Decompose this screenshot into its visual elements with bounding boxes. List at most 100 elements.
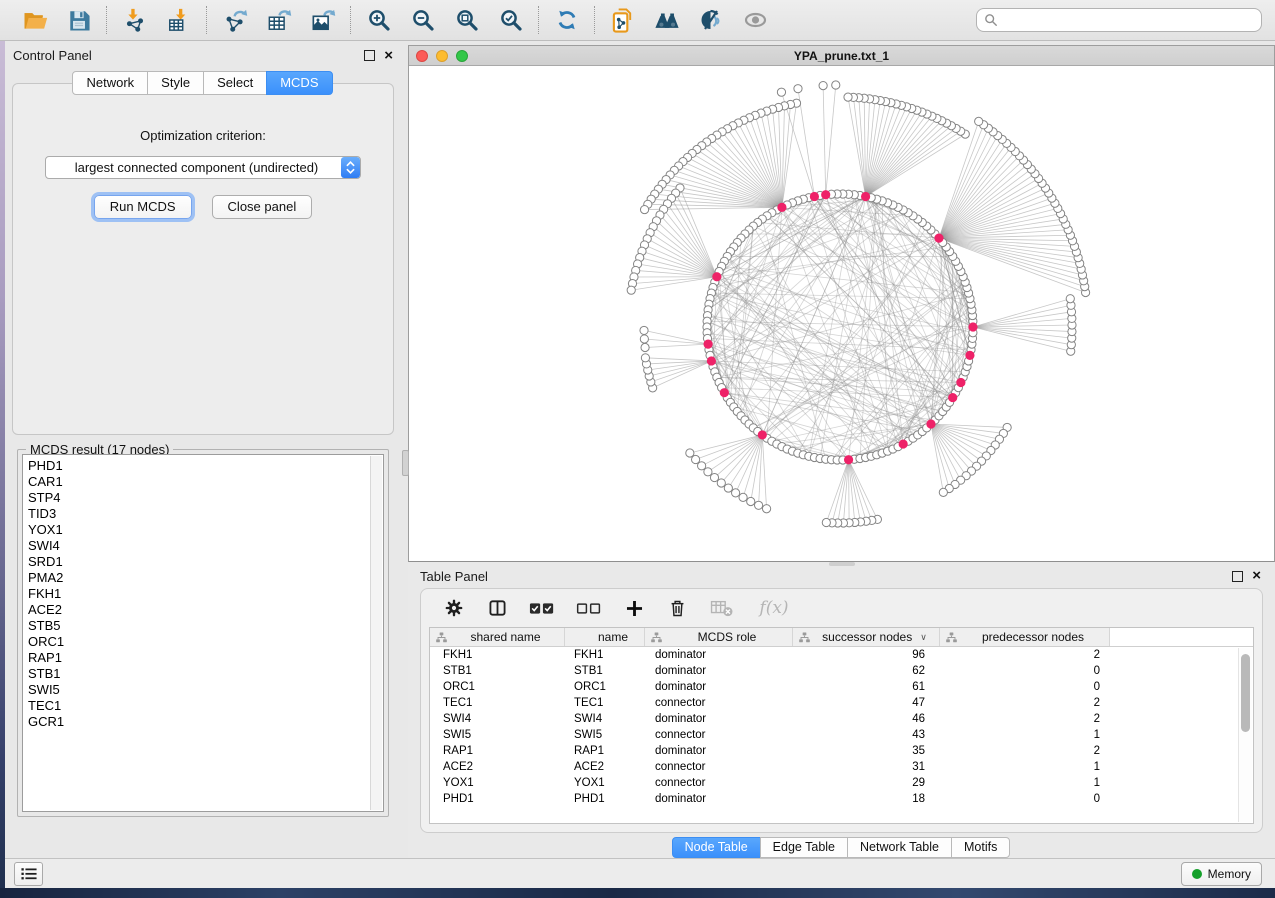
mcds-result-item[interactable]: CAR1 [28, 474, 383, 490]
tab-style[interactable]: Style [147, 71, 204, 95]
show-columns-button[interactable] [484, 595, 510, 621]
network-node[interactable] [762, 505, 770, 513]
table-row[interactable]: FKH1FKH1dominator962 [430, 647, 1253, 663]
float-table-panel-icon[interactable] [1232, 571, 1243, 582]
tab-network[interactable]: Network [72, 71, 148, 95]
table-scrollbar-thumb[interactable] [1241, 654, 1250, 732]
table-settings-button[interactable] [441, 595, 467, 621]
tab-motifs[interactable]: Motifs [951, 837, 1010, 858]
network-node[interactable] [939, 488, 947, 496]
mcds-result-item[interactable]: ACE2 [28, 602, 383, 618]
network-node[interactable] [627, 286, 635, 294]
export-network-button[interactable] [220, 5, 250, 35]
mcds-hub-node[interactable] [861, 192, 870, 201]
tab-mcds[interactable]: MCDS [266, 71, 332, 95]
hide-graphics-details-button[interactable] [696, 5, 726, 35]
table-row[interactable]: ACE2ACE2connector311 [430, 759, 1253, 775]
network-node[interactable] [724, 484, 732, 492]
mcds-hub-node[interactable] [712, 272, 721, 281]
vertical-splitter[interactable] [401, 41, 408, 858]
network-node[interactable] [640, 205, 648, 213]
table-row[interactable]: SWI4SWI4dominator462 [430, 711, 1253, 727]
network-node[interactable] [698, 462, 706, 470]
network-titlebar[interactable]: YPA_prune.txt_1 [409, 46, 1274, 66]
mcds-result-item[interactable]: SWI4 [28, 538, 383, 554]
network-node[interactable] [832, 81, 840, 89]
mcds-result-list[interactable]: PHD1CAR1STP4TID3YOX1SWI4SRD1PMA2FKH1ACE2… [22, 454, 384, 812]
first-neighbors-button[interactable] [652, 5, 682, 35]
show-graphics-details-button[interactable] [740, 5, 770, 35]
mcds-hub-node[interactable] [810, 192, 819, 201]
mcds-hub-node[interactable] [758, 430, 767, 439]
mcds-list-scrollbar[interactable] [370, 456, 382, 810]
mcds-hub-node[interactable] [948, 393, 957, 402]
table-row[interactable]: RAP1RAP1dominator352 [430, 743, 1253, 759]
deselect-all-button[interactable] [574, 595, 604, 621]
save-session-button[interactable] [64, 5, 94, 35]
import-network-button[interactable] [120, 5, 150, 35]
mcds-result-item[interactable]: ORC1 [28, 634, 383, 650]
mcds-result-item[interactable]: RAP1 [28, 650, 383, 666]
column-header[interactable]: predecessor nodes [940, 628, 1110, 646]
mcds-hub-node[interactable] [821, 190, 830, 199]
open-file-button[interactable] [20, 5, 50, 35]
mcds-hub-node[interactable] [926, 419, 935, 428]
mcds-hub-node[interactable] [956, 378, 965, 387]
table-row[interactable]: YOX1YOX1connector291 [430, 775, 1253, 791]
mcds-result-item[interactable]: PHD1 [28, 458, 383, 474]
mcds-hub-node[interactable] [707, 356, 716, 365]
mcds-result-item[interactable]: YOX1 [28, 522, 383, 538]
mcds-hub-node[interactable] [934, 234, 943, 243]
tab-select[interactable]: Select [203, 71, 267, 95]
mcds-result-item[interactable]: PMA2 [28, 570, 383, 586]
zoom-in-button[interactable] [364, 5, 394, 35]
search-input[interactable] [998, 12, 1261, 28]
apply-layout-button[interactable] [552, 5, 582, 35]
network-node[interactable] [686, 449, 694, 457]
import-table-button[interactable] [164, 5, 194, 35]
add-column-button[interactable] [621, 595, 647, 621]
mcds-hub-node[interactable] [899, 439, 908, 448]
network-node[interactable] [732, 489, 740, 497]
network-node[interactable] [794, 85, 802, 93]
mcds-result-item[interactable]: STB5 [28, 618, 383, 634]
mcds-hub-node[interactable] [720, 388, 729, 397]
column-header[interactable]: name [565, 628, 645, 646]
table-row[interactable]: TEC1TEC1connector472 [430, 695, 1253, 711]
network-node[interactable] [822, 518, 830, 526]
close-table-panel-icon[interactable]: × [1252, 571, 1261, 581]
network-node[interactable] [1066, 295, 1074, 303]
table-row[interactable]: PHD1PHD1dominator180 [430, 791, 1253, 807]
mcds-hub-node[interactable] [777, 203, 786, 212]
network-node[interactable] [641, 343, 649, 351]
tab-node-table[interactable]: Node Table [672, 837, 761, 858]
network-node[interactable] [640, 326, 648, 334]
mcds-result-item[interactable]: STP4 [28, 490, 383, 506]
column-header[interactable]: successor nodes∨ [793, 628, 940, 646]
network-node[interactable] [739, 493, 747, 501]
network-node[interactable] [747, 497, 755, 505]
mcds-result-item[interactable]: GCR1 [28, 714, 383, 730]
close-panel-icon[interactable]: × [384, 51, 393, 61]
column-header[interactable]: shared name [430, 628, 565, 646]
close-panel-button[interactable]: Close panel [212, 195, 313, 219]
network-node[interactable] [754, 501, 762, 509]
network-canvas[interactable] [409, 66, 1274, 561]
search-box[interactable] [976, 8, 1262, 32]
clone-network-button[interactable] [608, 5, 638, 35]
horizontal-splitter-grip[interactable] [829, 562, 855, 566]
network-node[interactable] [777, 88, 785, 96]
task-history-button[interactable] [14, 862, 43, 886]
select-all-button[interactable] [527, 595, 557, 621]
delete-column-button[interactable] [664, 595, 690, 621]
splitter-grip[interactable] [402, 450, 409, 476]
table-scrollbar[interactable] [1238, 648, 1252, 822]
network-node[interactable] [975, 117, 983, 125]
run-mcds-button[interactable]: Run MCDS [94, 195, 192, 219]
tab-edge-table[interactable]: Edge Table [760, 837, 848, 858]
export-image-button[interactable] [308, 5, 338, 35]
float-panel-icon[interactable] [364, 50, 375, 61]
memory-button[interactable]: Memory [1181, 862, 1262, 886]
mcds-result-item[interactable]: SRD1 [28, 554, 383, 570]
column-header[interactable]: MCDS role [645, 628, 793, 646]
